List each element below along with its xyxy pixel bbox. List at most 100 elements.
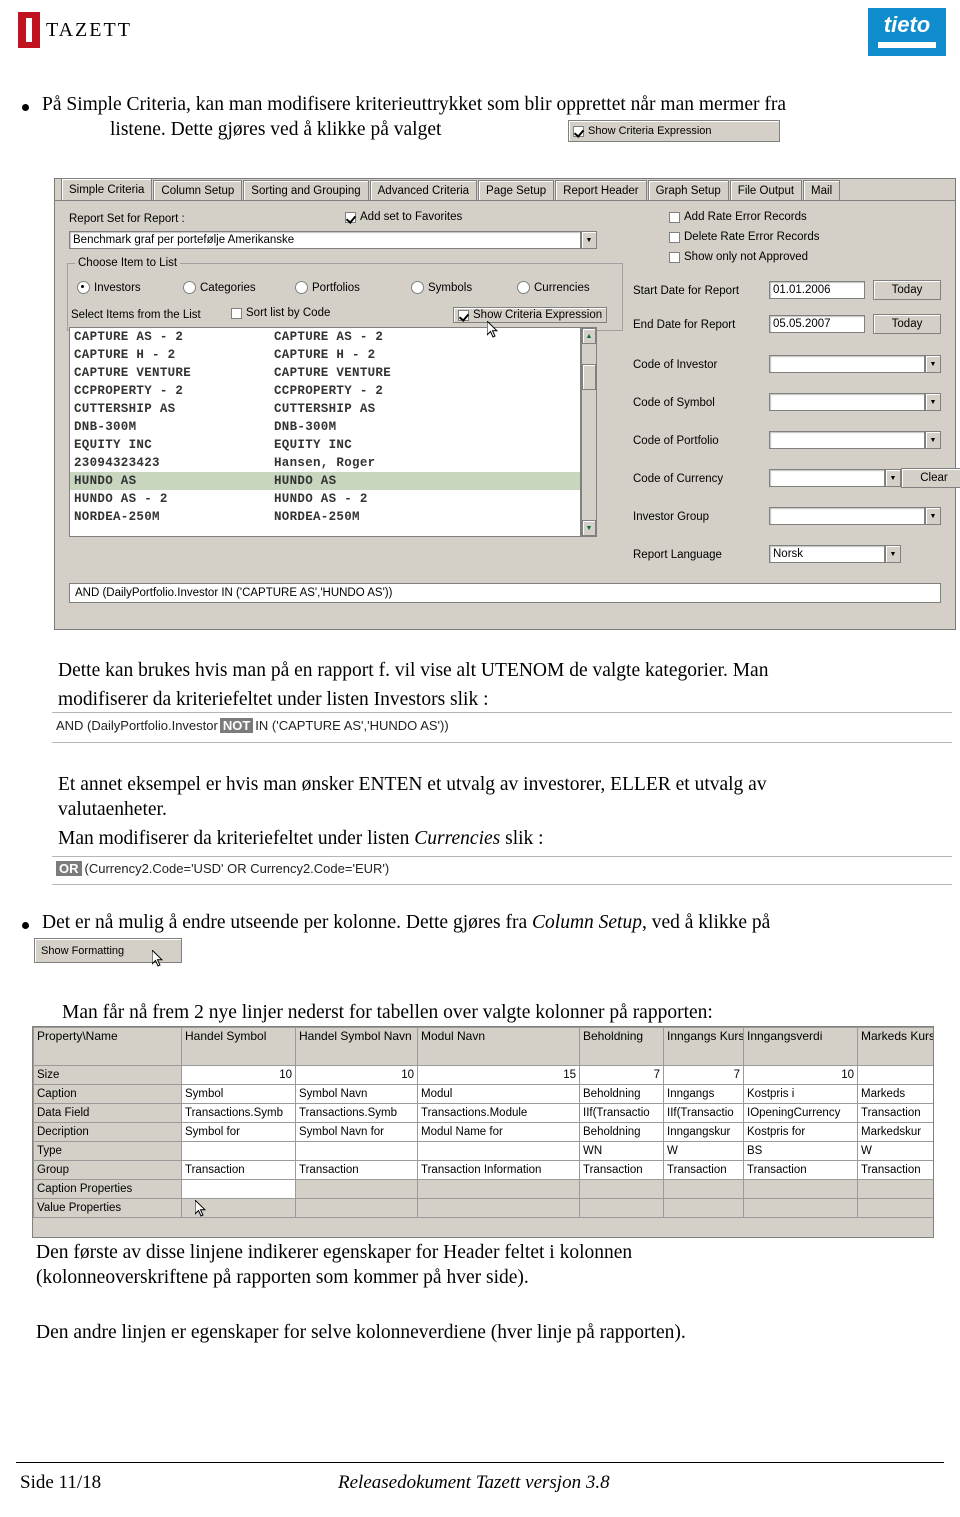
cell[interactable] <box>181 1179 296 1199</box>
show-only-not-approved-row[interactable]: Show only not Approved <box>669 251 808 263</box>
cell[interactable]: 7 <box>579 1065 664 1085</box>
th-handel-symbol[interactable]: Handel Symbol <box>181 1027 296 1066</box>
cell[interactable]: 7 <box>663 1065 744 1085</box>
cell[interactable] <box>663 1198 744 1218</box>
show-criteria-expression-checkbox-icon[interactable] <box>573 125 584 137</box>
cell[interactable] <box>857 1179 933 1199</box>
radio-investors-icon[interactable] <box>77 281 90 294</box>
tab-graph-setup[interactable]: Graph Setup <box>647 180 729 200</box>
table-row[interactable]: Caption Properties <box>33 1179 933 1199</box>
radio-portfolios-icon[interactable] <box>295 281 308 294</box>
cell[interactable]: Transaction <box>743 1160 858 1180</box>
criteria-expression-field[interactable]: AND (DailyPortfolio.Investor IN ('CAPTUR… <box>69 583 941 603</box>
start-date-input[interactable]: 01.01.2006 <box>769 281 865 299</box>
cell[interactable] <box>295 1179 418 1199</box>
cell[interactable]: W <box>663 1141 744 1161</box>
tab-report-header[interactable]: Report Header <box>555 180 647 200</box>
cell[interactable]: IIf(Transactio <box>663 1103 744 1123</box>
items-listbox[interactable]: CAPTURE AS - 2 CAPTURE AS - 2 CAPTURE H -… <box>69 327 581 537</box>
cell[interactable] <box>857 1065 933 1085</box>
th-handel-symbol-navn[interactable]: Handel Symbol Navn <box>295 1027 418 1066</box>
column-setup-table[interactable]: Property\Name Handel Symbol Handel Symbo… <box>32 1026 934 1238</box>
cell[interactable]: 10 <box>743 1065 858 1085</box>
cell[interactable]: Modul <box>417 1084 580 1104</box>
radio-categories[interactable]: Categories <box>183 281 256 294</box>
cell[interactable]: WN <box>579 1141 664 1161</box>
cell[interactable] <box>663 1179 744 1199</box>
cell[interactable]: Transaction Information <box>417 1160 580 1180</box>
table-row[interactable]: Group Transaction Transaction Transactio… <box>33 1160 933 1180</box>
cell[interactable]: Markedskur <box>857 1122 933 1142</box>
delete-rate-error-records-row[interactable]: Delete Rate Error Records <box>669 231 820 243</box>
table-row[interactable]: Value Properties <box>33 1198 933 1218</box>
scroll-down-arrow-icon[interactable]: ▼ <box>582 520 596 536</box>
sort-list-by-code-checkbox-icon[interactable] <box>231 307 242 319</box>
add-rate-error-records-checkbox-icon[interactable] <box>669 211 680 223</box>
tab-column-setup[interactable]: Column Setup <box>153 180 243 200</box>
cell[interactable] <box>295 1198 418 1218</box>
cell[interactable]: BS <box>743 1141 858 1161</box>
cell[interactable] <box>417 1198 580 1218</box>
cell[interactable] <box>417 1179 580 1199</box>
cell[interactable]: Transactions.Symb <box>181 1103 296 1123</box>
code-of-currency-chevron-down-icon[interactable]: ▼ <box>885 469 901 487</box>
cell[interactable]: IOpeningCurrency <box>743 1103 858 1123</box>
cell[interactable]: Symbol Navn for <box>295 1122 418 1142</box>
end-date-today-button[interactable]: Today <box>873 314 941 334</box>
add-set-to-favorites-row[interactable]: Add set to Favorites <box>345 211 462 223</box>
cell[interactable]: Symbol Navn <box>295 1084 418 1104</box>
cell[interactable]: Markeds <box>857 1084 933 1104</box>
table-row[interactable]: Caption Symbol Symbol Navn Modul Beholdn… <box>33 1084 933 1104</box>
code-of-portfolio-chevron-down-icon[interactable]: ▼ <box>925 431 941 449</box>
tab-sorting-and-grouping[interactable]: Sorting and Grouping <box>243 180 369 200</box>
simple-criteria-screenshot[interactable]: Simple Criteria Column Setup Sorting and… <box>54 178 960 630</box>
show-criteria-expression-toggle-checkbox-icon[interactable] <box>458 309 469 321</box>
tab-strip[interactable]: Simple Criteria Column Setup Sorting and… <box>55 178 955 201</box>
cell[interactable]: Symbol for <box>181 1122 296 1142</box>
tab-file-output[interactable]: File Output <box>729 180 803 200</box>
cell[interactable]: Transaction <box>857 1103 933 1123</box>
tab-advanced-criteria[interactable]: Advanced Criteria <box>369 180 478 200</box>
cell[interactable]: Transactions.Symb <box>295 1103 418 1123</box>
add-set-to-favorites-checkbox-icon[interactable] <box>345 211 356 223</box>
start-date-today-button[interactable]: Today <box>873 280 941 300</box>
investor-group-chevron-down-icon[interactable]: ▼ <box>925 507 941 525</box>
cell[interactable] <box>857 1198 933 1218</box>
table-row[interactable]: Type WN W BS W <box>33 1141 933 1161</box>
sort-list-by-code-row[interactable]: Sort list by Code <box>231 307 330 319</box>
radio-investors[interactable]: Investors <box>77 281 141 294</box>
code-of-currency-input[interactable] <box>769 469 885 487</box>
code-of-symbol-input[interactable] <box>769 393 925 411</box>
cell[interactable]: Transaction <box>663 1160 744 1180</box>
code-of-investor-input[interactable] <box>769 355 925 373</box>
clear-button[interactable]: Clear <box>901 468 960 488</box>
th-inngangsverdi[interactable]: Inngangsverdi <box>743 1027 858 1066</box>
cell[interactable] <box>181 1141 296 1161</box>
cell[interactable] <box>743 1179 858 1199</box>
radio-categories-icon[interactable] <box>183 281 196 294</box>
cell[interactable]: Transaction <box>857 1160 933 1180</box>
cell[interactable]: Beholdning <box>579 1122 664 1142</box>
radio-symbols-icon[interactable] <box>411 281 424 294</box>
cell[interactable]: Modul Name for <box>417 1122 580 1142</box>
code-of-portfolio-input[interactable] <box>769 431 925 449</box>
tab-page-setup[interactable]: Page Setup <box>478 180 555 200</box>
cell[interactable] <box>417 1141 580 1161</box>
cell[interactable] <box>579 1198 664 1218</box>
cell[interactable]: Kostpris i <box>743 1084 858 1104</box>
cell[interactable]: 10 <box>295 1065 418 1085</box>
cell[interactable]: 10 <box>181 1065 296 1085</box>
add-rate-error-records-row[interactable]: Add Rate Error Records <box>669 211 807 223</box>
th-inngangs-kurs[interactable]: Inngangs Kurs <box>663 1027 744 1066</box>
cell[interactable]: W <box>857 1141 933 1161</box>
tab-mail[interactable]: Mail <box>803 180 841 200</box>
show-criteria-expression-toggle[interactable]: Show Criteria Expression <box>453 307 608 323</box>
cell[interactable]: Transaction <box>579 1160 664 1180</box>
show-only-not-approved-checkbox-icon[interactable] <box>669 251 680 263</box>
radio-currencies[interactable]: Currencies <box>517 281 590 294</box>
cell[interactable]: Symbol <box>181 1084 296 1104</box>
end-date-input[interactable]: 05.05.2007 <box>769 315 865 333</box>
code-of-investor-chevron-down-icon[interactable]: ▼ <box>925 355 941 373</box>
tab-simple-criteria[interactable]: Simple Criteria <box>61 178 153 200</box>
cell[interactable]: IIf(Transactio <box>579 1103 664 1123</box>
